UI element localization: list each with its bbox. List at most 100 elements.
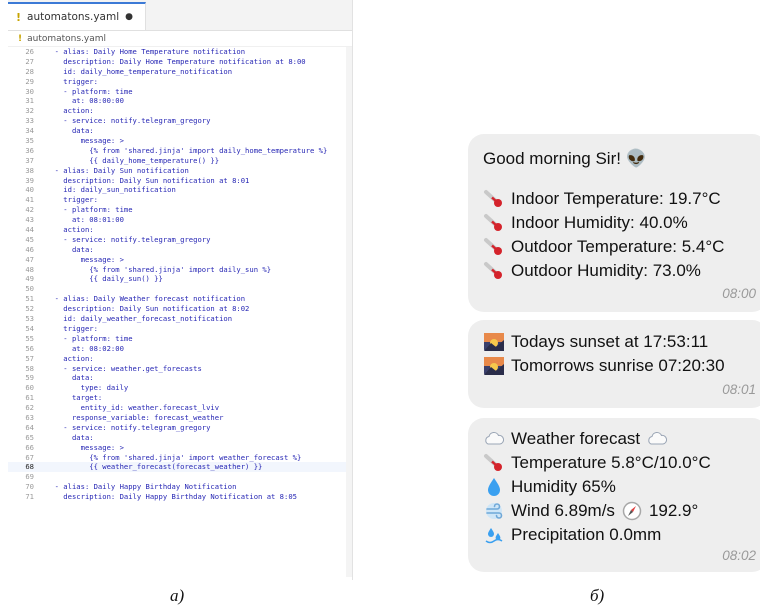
code-line[interactable]: 44 action:: [8, 225, 352, 235]
code-line[interactable]: 38 - alias: Daily Sun notification: [8, 166, 352, 176]
fold-gutter[interactable]: [34, 185, 46, 195]
code-text[interactable]: message: >: [46, 443, 124, 453]
code-line[interactable]: 62 entity_id: weather.forecast_lviv: [8, 403, 352, 413]
code-line[interactable]: 37 {{ daily_home_temperature() }}: [8, 156, 352, 166]
code-line[interactable]: 70 - alias: Daily Happy Birthday Notific…: [8, 482, 352, 492]
code-text[interactable]: {% from 'shared.jinja' import weather_fo…: [46, 453, 301, 463]
fold-gutter[interactable]: [34, 47, 46, 57]
fold-gutter[interactable]: [34, 235, 46, 245]
code-text[interactable]: trigger:: [46, 324, 98, 334]
code-text[interactable]: - service: notify.telegram_gregory: [46, 235, 210, 245]
code-text[interactable]: - alias: Daily Home Temperature notifica…: [46, 47, 245, 57]
fold-gutter[interactable]: [34, 195, 46, 205]
code-line[interactable]: 68 {{ weather_forecast(forecast_weather)…: [8, 462, 352, 473]
code-line[interactable]: 36 {% from 'shared.jinja' import daily_h…: [8, 146, 352, 156]
fold-gutter[interactable]: [34, 245, 46, 255]
code-text[interactable]: - service: weather.get_forecasts: [46, 364, 201, 374]
code-line[interactable]: 46 data:: [8, 245, 352, 255]
unsaved-dot-icon[interactable]: ●: [125, 12, 133, 22]
code-line[interactable]: 57 action:: [8, 354, 352, 364]
code-text[interactable]: - service: notify.telegram_gregory: [46, 423, 210, 433]
code-text[interactable]: response_variable: forecast_weather: [46, 413, 223, 423]
code-line[interactable]: 42 - platform: time: [8, 205, 352, 215]
fold-gutter[interactable]: [34, 324, 46, 334]
code-line[interactable]: 26 - alias: Daily Home Temperature notif…: [8, 47, 352, 57]
code-line[interactable]: 49 {{ daily_sun() }}: [8, 274, 352, 284]
code-text[interactable]: {% from 'shared.jinja' import daily_sun …: [46, 265, 271, 275]
fold-gutter[interactable]: [34, 443, 46, 453]
code-text[interactable]: entity_id: weather.forecast_lviv: [46, 403, 219, 413]
code-line[interactable]: 52 description: Daily Sun notification a…: [8, 304, 352, 314]
fold-gutter[interactable]: [34, 462, 46, 472]
fold-gutter[interactable]: [34, 87, 46, 97]
code-text[interactable]: - alias: Daily Weather forecast notifica…: [46, 294, 245, 304]
code-line[interactable]: 53 id: daily_weather_forecast_notificati…: [8, 314, 352, 324]
fold-gutter[interactable]: [34, 176, 46, 186]
fold-gutter[interactable]: [34, 383, 46, 393]
code-line[interactable]: 28 id: daily_home_temperature_notificati…: [8, 67, 352, 77]
code-text[interactable]: {{ daily_home_temperature() }}: [46, 156, 219, 166]
fold-gutter[interactable]: [34, 284, 46, 294]
code-text[interactable]: data:: [46, 373, 94, 383]
fold-gutter[interactable]: [34, 304, 46, 314]
code-area[interactable]: 26 - alias: Daily Home Temperature notif…: [8, 47, 352, 502]
code-line[interactable]: 60 type: daily: [8, 383, 352, 393]
code-text[interactable]: at: 08:00:00: [46, 96, 124, 106]
code-text[interactable]: trigger:: [46, 195, 98, 205]
breadcrumb[interactable]: ! automatons.yaml: [8, 31, 352, 47]
code-line[interactable]: 33 - service: notify.telegram_gregory: [8, 116, 352, 126]
fold-gutter[interactable]: [34, 472, 46, 482]
code-line[interactable]: 31 at: 08:00:00: [8, 96, 352, 106]
fold-gutter[interactable]: [34, 393, 46, 403]
fold-gutter[interactable]: [34, 274, 46, 284]
code-text[interactable]: - platform: time: [46, 87, 132, 97]
code-line[interactable]: 64 - service: notify.telegram_gregory: [8, 423, 352, 433]
fold-gutter[interactable]: [34, 344, 46, 354]
code-text[interactable]: at: 08:01:00: [46, 215, 124, 225]
code-text[interactable]: - platform: time: [46, 205, 132, 215]
code-line[interactable]: 58 - service: weather.get_forecasts: [8, 364, 352, 374]
fold-gutter[interactable]: [34, 215, 46, 225]
code-text[interactable]: description: Daily Sun notification at 8…: [46, 176, 249, 186]
fold-gutter[interactable]: [34, 225, 46, 235]
code-line[interactable]: 34 data:: [8, 126, 352, 136]
fold-gutter[interactable]: [34, 255, 46, 265]
code-line[interactable]: 43 at: 08:01:00: [8, 215, 352, 225]
code-text[interactable]: at: 08:02:00: [46, 344, 124, 354]
fold-gutter[interactable]: [34, 354, 46, 364]
code-text[interactable]: - alias: Daily Sun notification: [46, 166, 189, 176]
code-line[interactable]: 51 - alias: Daily Weather forecast notif…: [8, 294, 352, 304]
code-line[interactable]: 50: [8, 284, 352, 294]
code-line[interactable]: 55 - platform: time: [8, 334, 352, 344]
fold-gutter[interactable]: [34, 423, 46, 433]
code-text[interactable]: description: Daily Sun notification at 8…: [46, 304, 249, 314]
code-line[interactable]: 35 message: >: [8, 136, 352, 146]
fold-gutter[interactable]: [34, 364, 46, 374]
code-text[interactable]: {{ weather_forecast(forecast_weather) }}: [46, 462, 262, 472]
fold-gutter[interactable]: [34, 205, 46, 215]
code-line[interactable]: 71 description: Daily Happy Birthday Not…: [8, 492, 352, 502]
fold-gutter[interactable]: [34, 433, 46, 443]
code-line[interactable]: 59 data:: [8, 373, 352, 383]
code-line[interactable]: 65 data:: [8, 433, 352, 443]
fold-gutter[interactable]: [34, 116, 46, 126]
fold-gutter[interactable]: [34, 146, 46, 156]
fold-gutter[interactable]: [34, 77, 46, 87]
code-text[interactable]: {% from 'shared.jinja' import daily_home…: [46, 146, 327, 156]
fold-gutter[interactable]: [34, 126, 46, 136]
code-line[interactable]: 54 trigger:: [8, 324, 352, 334]
code-text[interactable]: - platform: time: [46, 334, 132, 344]
fold-gutter[interactable]: [34, 57, 46, 67]
fold-gutter[interactable]: [34, 265, 46, 275]
fold-gutter[interactable]: [34, 96, 46, 106]
code-text[interactable]: {{ daily_sun() }}: [46, 274, 163, 284]
code-line[interactable]: 27 description: Daily Home Temperature n…: [8, 57, 352, 67]
fold-gutter[interactable]: [34, 492, 46, 502]
fold-gutter[interactable]: [34, 166, 46, 176]
fold-gutter[interactable]: [34, 373, 46, 383]
code-text[interactable]: - service: notify.telegram_gregory: [46, 116, 210, 126]
code-text[interactable]: message: >: [46, 136, 124, 146]
breadcrumb-file[interactable]: automatons.yaml: [27, 34, 106, 44]
code-text[interactable]: data:: [46, 245, 94, 255]
fold-gutter[interactable]: [34, 453, 46, 463]
